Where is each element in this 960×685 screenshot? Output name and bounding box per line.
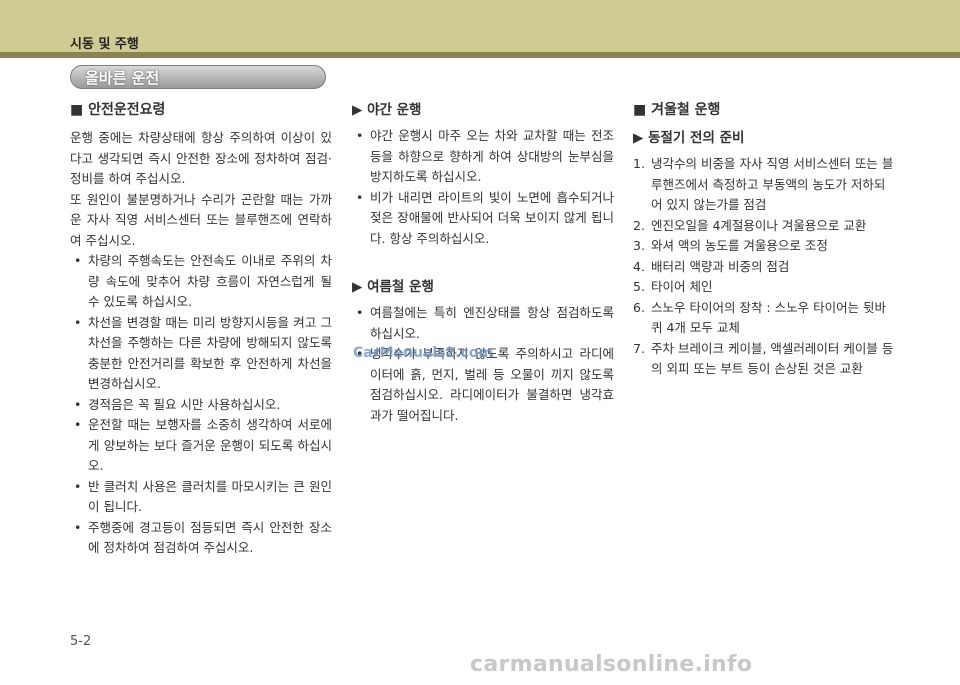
section-title: 올바른 운전 [85, 69, 160, 87]
summer-driving-list: 여름철에는 특히 엔진상태를 항상 점검하도록 하십시오. 냉각수가 부족하지 … [352, 303, 614, 426]
list-item: 차량의 주행속도는 안전속도 이내로 주위의 차량 속도에 맞추어 차량 흐름이… [70, 251, 332, 313]
watermark-site: carmanualsonline.info [470, 652, 753, 677]
section-title-pill: 올바른 운전 [70, 65, 326, 89]
list-item: 경적음은 꼭 필요 시만 사용하십시오. [70, 395, 332, 416]
top-bar-stripe [0, 52, 960, 58]
watermark-carmanuals: CarManuals2.com [353, 345, 494, 361]
summer-driving-heading: ▶ 여름철 운행 [352, 279, 434, 295]
list-item: 3. 와셔 액의 농도를 겨울용으로 조정 [633, 238, 828, 253]
list-item: 1. 냉각수의 비중을 자사 직영 서비스센터 또는 블루핸즈에서 측정하고 부동… [633, 156, 894, 212]
list-item: 여름철에는 특히 엔진상태를 항상 점검하도록 하십시오. [352, 303, 614, 344]
list-item: 2. 엔진오일을 4계절용이나 겨울용으로 교환 [633, 217, 867, 233]
night-driving-heading: ▶ 야간 운행 [352, 102, 422, 118]
list-item: 운전할 때는 보행자를 소중히 생각하여 서로에게 양보하는 보다 즐거운 운행… [70, 415, 332, 477]
night-driving-list: 야간 운행시 마주 오는 차와 교차할 때는 전조등을 하향으로 향하게 하여 … [352, 126, 614, 249]
chapter-title: 시동 및 주행 [70, 37, 139, 52]
safe-driving-para-2: 또 원인이 불분명하거나 수리가 곤란할 때는 가까운 자사 직영 서비스센터 … [70, 191, 332, 248]
list-item: 차선을 변경할 때는 미리 방향지시등을 켜고 그 차선을 주행하는 다른 차량… [70, 313, 332, 395]
winter-prep-heading: ▶ 동절기 전의 준비 [633, 130, 745, 146]
list-item: 비가 내리면 라이트의 빛이 노면에 흡수되거나 젖은 장애물에 반사되어 더욱… [352, 188, 614, 250]
safe-driving-list: 차량의 주행속도는 안전속도 이내로 주위의 차량 속도에 맞추어 차량 흐름이… [70, 251, 332, 559]
list-item: 6. 스노우 타이어의 장착 : 스노우 타이어는 뒷바퀴 4개 모두 교체 [633, 299, 887, 336]
list-item: 7. 주차 브레이크 케이블, 액셀러레이터 케이블 등의 외피 또는 부트 등이… [633, 340, 894, 377]
safe-driving-heading: ■ 안전운전요령 [70, 102, 166, 118]
winter-driving-heading: ■ 겨울철 운행 [633, 102, 721, 118]
winter-prep-list: 1. 냉각수의 비중을 자사 직영 서비스센터 또는 블루핸즈에서 측정하고 부동… [633, 154, 895, 380]
list-item: 반 클러치 사용은 클러치를 마모시키는 큰 원인이 됩니다. [70, 477, 332, 518]
list-item: 4. 배터리 액량과 비중의 점검 [633, 258, 790, 274]
page-number: 5-2 [70, 634, 92, 649]
list-item: 야간 운행시 마주 오는 차와 교차할 때는 전조등을 하향으로 향하게 하여 … [352, 126, 614, 188]
column-safe-driving: ■ 안전운전요령 운행 중에는 차량상태에 항상 주의하여 이상이 있다고 생각… [70, 100, 332, 573]
list-item: 주행중에 경고등이 점등되면 즉시 안전한 장소에 정차하여 점검하여 주십시오… [70, 518, 332, 559]
column-winter: ■ 겨울철 운행 ▶ 동절기 전의 준비 1. 냉각수의 비중을 자사 직영 서비… [633, 100, 895, 380]
top-bar [0, 0, 960, 52]
list-item: 5. 타이어 체인 [633, 279, 713, 294]
column-night-summer: ▶ 야간 운행 야간 운행시 마주 오는 차와 교차할 때는 전조등을 하향으로… [352, 100, 614, 440]
safe-driving-para-1: 운행 중에는 차량상태에 항상 주의하여 이상이 있다고 생각되면 즉시 안전한… [70, 130, 332, 186]
